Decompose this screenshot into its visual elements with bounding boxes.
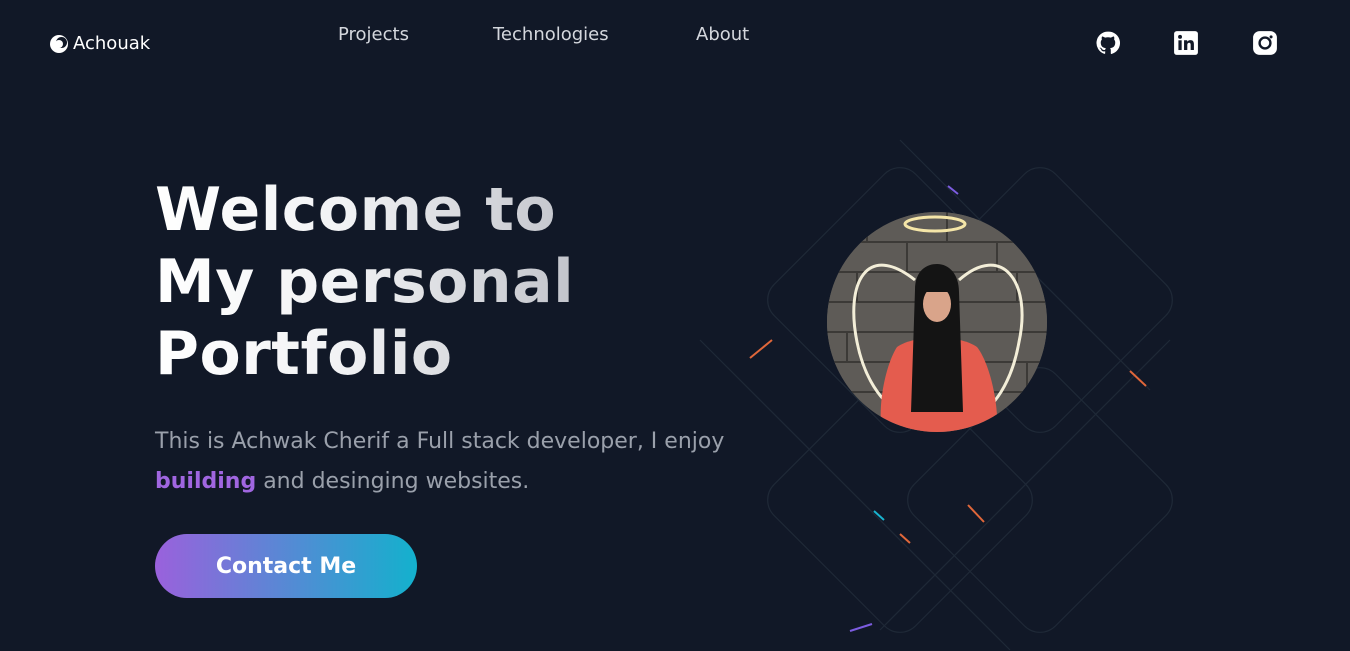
brand-name: Achouak	[73, 33, 151, 54]
portfolio-page: Achouak Projects Technologies About Welc…	[0, 0, 1350, 651]
hero-title: Welcome to My personal Portfolio	[155, 174, 574, 390]
github-icon[interactable]	[1095, 30, 1121, 56]
hero-description: This is Achwak Cherif a Full stack devel…	[155, 422, 755, 502]
hero-title-line-3: Portfolio	[155, 319, 453, 389]
profile-photo	[827, 212, 1047, 432]
nav-item-projects[interactable]: Projects	[338, 24, 409, 45]
description-text: This is Achwak Cherif a Full stack devel…	[155, 429, 725, 454]
logo-mark-icon	[49, 34, 69, 54]
description-text-end: and desinging websites.	[256, 469, 530, 494]
linkedin-icon[interactable]	[1173, 30, 1199, 56]
brand-logo[interactable]: Achouak	[49, 33, 150, 54]
hero-title-line-2: My personal	[155, 247, 575, 317]
hero-title-line-1: Welcome to	[155, 175, 557, 245]
nav-item-about[interactable]: About	[696, 24, 749, 45]
nav-item-technologies[interactable]: Technologies	[493, 24, 609, 45]
description-highlight: building	[155, 469, 257, 494]
instagram-icon[interactable]	[1252, 30, 1278, 56]
contact-me-button[interactable]: Contact Me	[155, 534, 417, 598]
